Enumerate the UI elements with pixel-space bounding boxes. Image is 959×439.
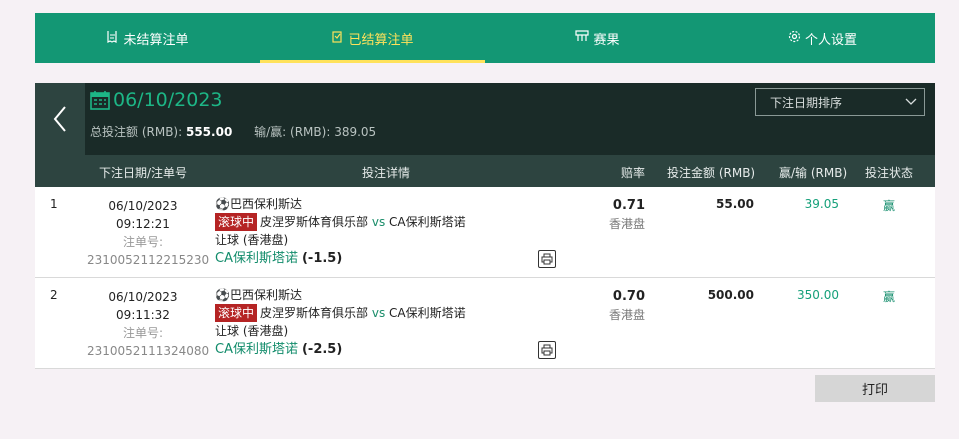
results-icon [575,30,590,46]
print-ticket-icon[interactable] [538,250,556,268]
tab-label: 赛果 [593,32,620,48]
col-header-winloss: 赢/输 (RMB) [779,166,848,180]
selection: CA保利斯塔诺 [215,342,298,357]
bet-datetime: 06/10/2023 09:12:21 [108,199,178,231]
col-header-odds: 赔率 [621,166,646,180]
col-header-datetime: 下注日期/注单号 [99,166,188,180]
league-name: 巴西保利斯达 [229,197,302,211]
col-header-details: 投注详情 [362,166,411,180]
soccer-ball-icon: ⚽ [215,288,230,302]
bet-datetime-cell: 06/10/2023 09:11:32 注单号: 231005211132408… [87,288,210,360]
ticket-label: 注单号: [122,326,164,340]
live-badge: 滚球中 [215,304,258,322]
winloss-value: 389.05 [334,125,377,139]
winloss-amount: 39.05 [804,197,839,211]
winloss-label: 输/赢: (RMB): [254,125,331,139]
handicap: (-1.5) [301,251,343,266]
odds-value: 0.71 [612,198,645,213]
col-header-stake: 投注金额 (RMB) [667,166,756,180]
row-index: 1 [50,197,58,211]
bet-list: 1 06/10/2023 09:12:21 注单号: 2310052112215… [35,187,935,369]
live-badge: 滚球中 [215,213,258,231]
soccer-ball-icon: ⚽ [215,197,230,211]
bet-details: ⚽巴西保利斯达 滚球中 皮涅罗斯体育俱乐部 vs CA保利斯塔诺 让球 (香港盘)… [215,195,535,268]
receipt-icon [106,30,119,47]
bet-details: ⚽巴西保利斯达 滚球中 皮涅罗斯体育俱乐部 vs CA保利斯塔诺 让球 (香港盘)… [215,286,535,359]
tab-settled[interactable]: 已结算注单 [260,13,485,63]
bet-summary: 总投注额 (RMB): 555.00 输/赢: (RMB): 389.05 [90,123,376,140]
home-team: 皮涅罗斯体育俱乐部 [260,306,369,320]
odds-value: 0.70 [612,289,645,304]
away-team: CA保利斯塔诺 [389,306,466,320]
handicap: (-2.5) [301,342,343,357]
tab-unsettled[interactable]: 未结算注单 [35,13,260,63]
bet-datetime-cell: 06/10/2023 09:12:21 注单号: 231005211221523… [87,197,210,269]
tab-results[interactable]: 赛果 [485,13,710,63]
tab-label: 个人设置 [804,32,857,48]
odds-type: 香港盘 [608,308,645,322]
stake-amount: 500.00 [707,288,754,302]
market-type: 让球 (香港盘) [215,233,289,247]
chevron-left-icon [53,106,66,132]
tab-settings[interactable]: 个人设置 [710,13,935,63]
table-row: 1 06/10/2023 09:12:21 注单号: 2310052112215… [35,187,935,278]
home-team: 皮涅罗斯体育俱乐部 [260,215,369,229]
bet-datetime: 06/10/2023 09:11:32 [108,290,178,322]
date-panel: 06/10/2023 总投注额 (RMB): 555.00 输/赢: (RMB)… [35,83,935,155]
selection: CA保利斯塔诺 [215,251,298,266]
back-button[interactable] [35,83,85,155]
vs-label: vs [371,215,386,229]
table-header: 下注日期/注单号 投注详情 赔率 投注金额 (RMB) 赢/输 (RMB) 投注… [35,155,935,187]
page-date: 06/10/2023 [113,89,223,111]
bet-status: 赢 [882,199,895,213]
table-row: 2 06/10/2023 09:11:32 注单号: 2310052111324… [35,278,935,369]
col-header-status: 投注状态 [865,166,914,180]
odds-cell: 0.70 香港盘 [609,288,645,324]
total-label: 总投注额 (RMB): [90,125,183,139]
date-header: 06/10/2023 [90,89,223,111]
sort-select-value: 下注日期排序 [770,95,843,110]
winloss-amount: 350.00 [797,288,839,302]
away-team: CA保利斯塔诺 [389,215,466,229]
ticket-label: 注单号: [122,235,164,249]
print-ticket-icon[interactable] [538,341,556,359]
bet-status: 赢 [882,290,895,304]
stake-amount: 55.00 [716,197,754,211]
print-button[interactable]: 打印 [815,375,935,402]
league-name: 巴西保利斯达 [229,288,302,302]
tab-label: 未结算注单 [123,32,189,48]
total-value: 555.00 [185,125,233,139]
sort-select[interactable]: 下注日期排序 [755,88,925,116]
market-type: 让球 (香港盘) [215,324,289,338]
chevron-down-icon [905,98,917,105]
ticket-number: 2310052111324080 [87,344,210,358]
odds-cell: 0.71 香港盘 [609,197,645,233]
gear-icon [788,30,801,47]
row-index: 2 [50,288,58,302]
vs-label: vs [371,306,386,320]
tab-label: 已结算注单 [348,32,414,48]
odds-type: 香港盘 [608,217,645,231]
top-nav: 未结算注单 已结算注单 赛果 个人设置 [35,13,935,63]
settled-icon [331,30,344,47]
ticket-number: 2310052112215230 [87,253,210,267]
calendar-icon [90,91,110,110]
